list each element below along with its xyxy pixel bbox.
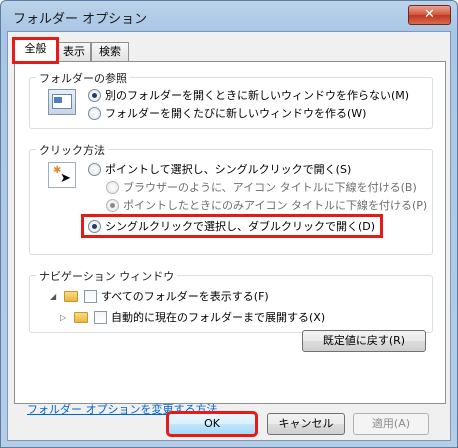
tab-view[interactable]: 表示 xyxy=(57,42,91,61)
folder-icon xyxy=(74,311,88,323)
restore-defaults-button[interactable]: 既定値に戻す(R) xyxy=(302,330,426,352)
underline-point-option[interactable]: ポイントしたときにのみアイコン タイトルに下線を付ける(P) xyxy=(106,197,427,213)
underline-browser-label: ブラウザーのように、アイコン タイトルに下線を付ける(B) xyxy=(123,181,417,194)
general-tab-panel: フォルダーの参照 別のフォルダーを開くときに新しいウィンドウを作らない(M) フ… xyxy=(14,61,446,416)
show-all-folders-checkbox[interactable] xyxy=(84,289,97,303)
window-title: フォルダー オプション xyxy=(13,12,148,27)
single-click-radio[interactable] xyxy=(88,162,101,176)
browse-folders-label: フォルダーの参照 xyxy=(36,70,130,86)
folder-options-window: フォルダー オプション ✕ 全般 表示 検索 フォルダーの参照 別のフォルダーを… xyxy=(0,0,458,448)
single-click-option[interactable]: ポイントして選択し、シングルクリックで開く(S) xyxy=(88,161,351,177)
browse-same-window-label: 別のフォルダーを開くときに新しいウィンドウを作らない(M) xyxy=(105,89,410,102)
browse-new-window-label: フォルダーを開くたびに新しいウィンドウを作る(W) xyxy=(105,107,367,120)
navigation-pane-label: ナビゲーション ウィンドウ xyxy=(36,268,178,284)
click-method-label: クリック方法 xyxy=(36,142,108,158)
tab-search[interactable]: 検索 xyxy=(91,42,129,61)
browse-folders-window-icon xyxy=(48,89,76,115)
dialog-client-area: 全般 表示 検索 フォルダーの参照 別のフォルダーを開くときに新しいウィンドウを… xyxy=(7,31,451,441)
navigation-pane-group: ナビゲーション ウィンドウ ◢ すべてのフォルダーを表示する(F) ▷ 自動的に… xyxy=(29,268,433,333)
apply-button[interactable]: 適用(A) xyxy=(353,413,429,435)
auto-expand-checkbox[interactable] xyxy=(94,310,107,324)
folder-icon xyxy=(64,290,78,302)
underline-browser-radio[interactable] xyxy=(106,180,119,194)
click-method-group: クリック方法 ✱ ➤ ポイントして選択し、シングルクリックで開く(S) ブラウザ… xyxy=(29,142,433,255)
underline-point-label: ポイントしたときにのみアイコン タイトルに下線を付ける(P) xyxy=(123,199,428,212)
close-icon: ✕ xyxy=(424,7,435,22)
browse-new-window-option[interactable]: フォルダーを開くたびに新しいウィンドウを作る(W) xyxy=(88,105,366,121)
browse-new-window-radio[interactable] xyxy=(88,106,101,120)
ok-button[interactable]: OK xyxy=(166,411,258,437)
click-cursor-icon: ✱ ➤ xyxy=(48,162,76,188)
close-button[interactable]: ✕ xyxy=(408,5,451,25)
auto-expand-option[interactable]: ▷ 自動的に現在のフォルダーまで展開する(X) xyxy=(60,309,325,325)
auto-expand-label: 自動的に現在のフォルダーまで展開する(X) xyxy=(111,311,326,324)
tree-expanded-icon: ◢ xyxy=(50,291,57,301)
single-click-label: ポイントして選択し、シングルクリックで開く(S) xyxy=(105,163,352,176)
double-click-option[interactable]: シングルクリックで選択し、ダブルクリックで開く(D) xyxy=(80,214,384,238)
browse-folders-group: フォルダーの参照 別のフォルダーを開くときに新しいウィンドウを作らない(M) フ… xyxy=(29,70,433,129)
browse-same-window-radio[interactable] xyxy=(88,88,101,102)
double-click-radio[interactable] xyxy=(88,219,101,233)
underline-point-radio[interactable] xyxy=(106,198,119,212)
show-all-folders-label: すべてのフォルダーを表示する(F) xyxy=(101,290,269,303)
double-click-label: シングルクリックで選択し、ダブルクリックで開く(D) xyxy=(105,220,376,233)
underline-browser-option[interactable]: ブラウザーのように、アイコン タイトルに下線を付ける(B) xyxy=(106,179,417,195)
browse-same-window-option[interactable]: 別のフォルダーを開くときに新しいウィンドウを作らない(M) xyxy=(88,87,409,103)
tab-general[interactable]: 全般 xyxy=(12,37,59,64)
tree-collapsed-icon: ▷ xyxy=(60,312,67,322)
cancel-button[interactable]: キャンセル xyxy=(267,413,345,435)
show-all-folders-option[interactable]: ◢ すべてのフォルダーを表示する(F) xyxy=(50,288,269,304)
title-bar[interactable]: フォルダー オプション ✕ xyxy=(1,1,457,31)
